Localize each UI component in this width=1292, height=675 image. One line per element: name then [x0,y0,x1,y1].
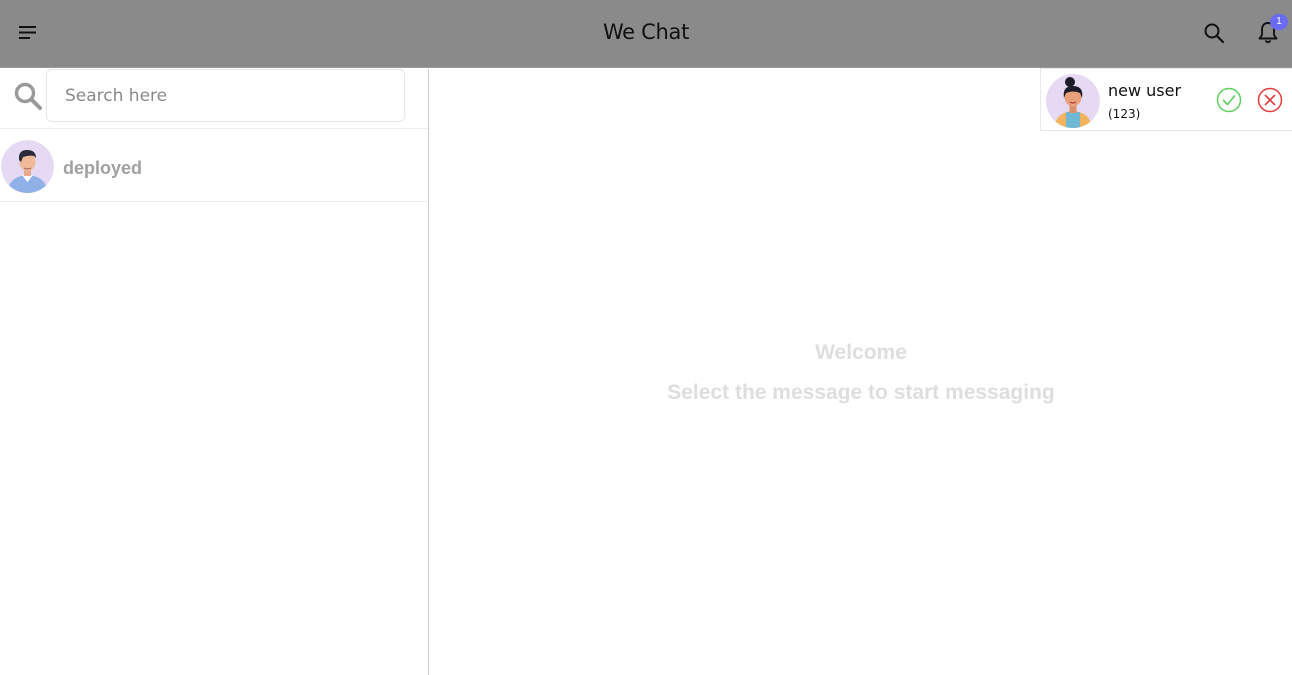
conversation-name: deployed [63,158,143,178]
welcome-title: Welcome [815,341,907,364]
search-input[interactable] [46,69,405,122]
avatar [1046,74,1100,128]
app-title: We Chat [602,20,690,44]
request-user-name: new user [1108,81,1182,100]
x-circle-icon [1257,87,1283,113]
check-circle-icon [1216,87,1242,113]
search-icon [1204,23,1225,44]
avatar [1,140,54,193]
male-avatar-icon [1,140,54,193]
chat-main-area: Welcome Select the message to start mess… [430,69,1292,675]
header-search-button[interactable] [1203,22,1225,44]
conversation-item[interactable]: deployed [0,130,428,202]
top-app-bar: We Chat [0,0,1292,68]
reject-request-button[interactable] [1257,87,1283,113]
request-user-detail: (123) [1108,107,1141,121]
friend-request-card: new user (123) [1040,68,1292,131]
notification-badge: 1 [1270,14,1288,30]
female-avatar-icon [1046,74,1100,128]
search-icon [14,82,42,110]
sidebar-search-row [0,69,428,129]
conversation-sidebar: deployed [0,69,429,675]
accept-request-button[interactable] [1216,87,1242,113]
welcome-subtitle: Select the message to start messaging [667,381,1055,404]
